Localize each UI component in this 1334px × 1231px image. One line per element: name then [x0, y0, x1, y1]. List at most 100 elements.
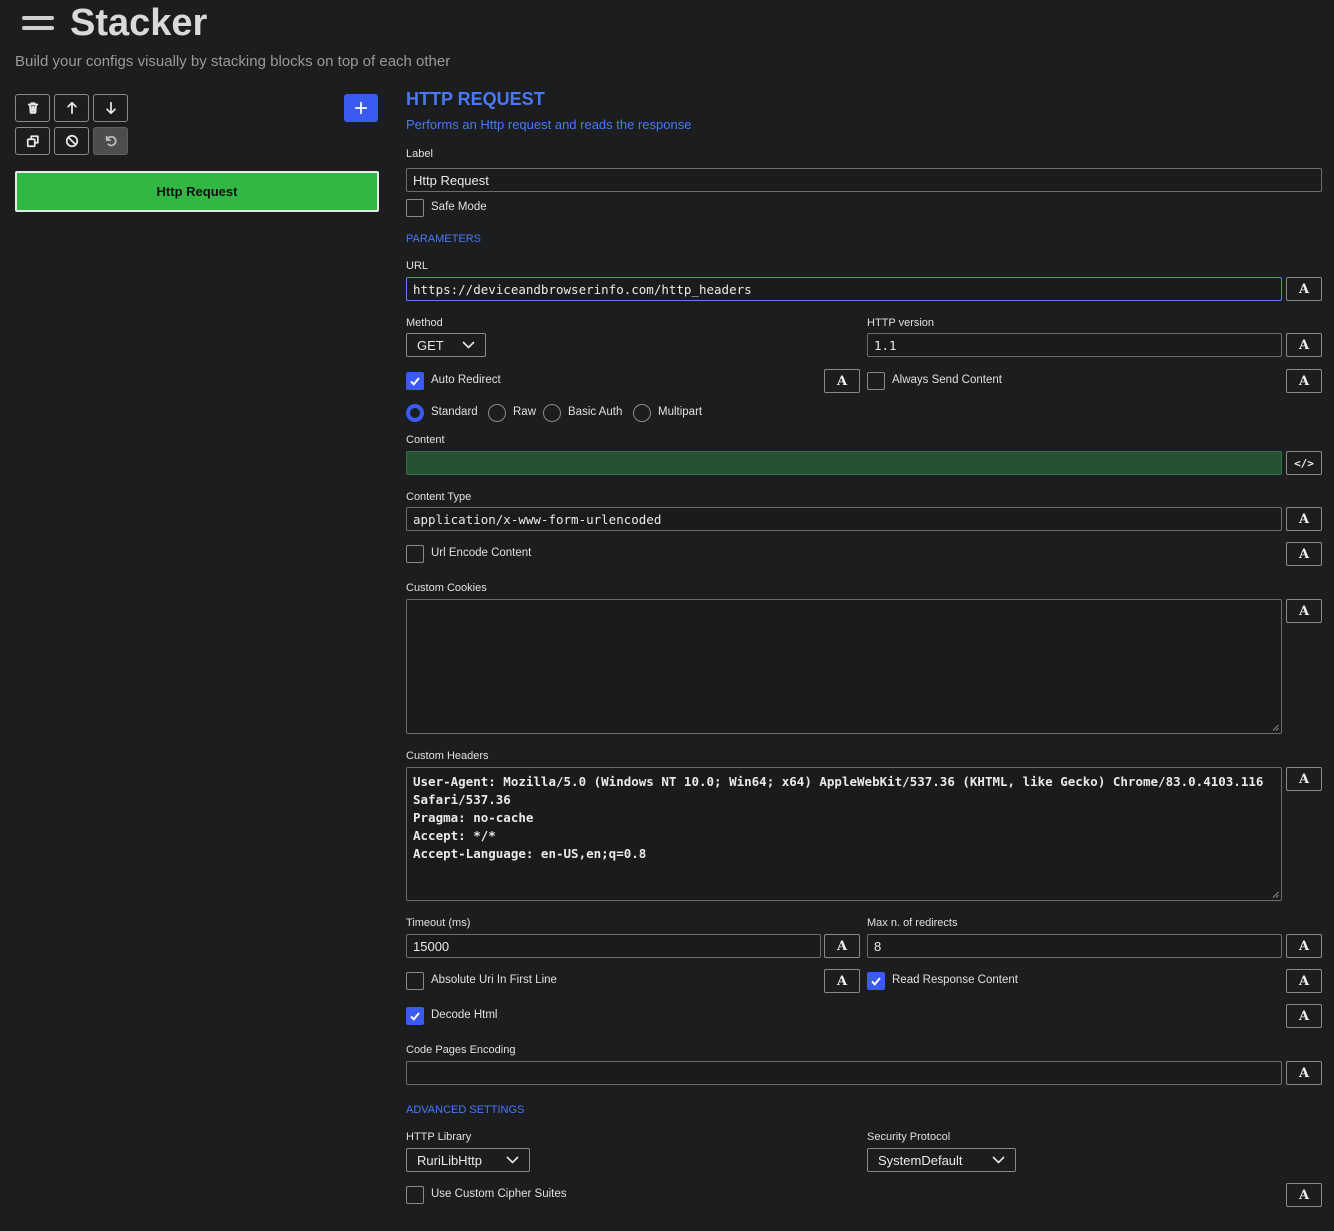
cipher-suites-label: Use Custom Cipher Suites	[431, 1188, 567, 1200]
chevron-down-icon	[462, 341, 475, 349]
add-block-button[interactable]	[344, 94, 378, 122]
always-send-content-variable-button[interactable]: A	[1286, 369, 1322, 393]
url-variable-button[interactable]: A	[1286, 277, 1322, 301]
url-encode-variable-button[interactable]: A	[1286, 542, 1322, 566]
safe-mode-label: Safe Mode	[431, 201, 487, 213]
content-type-input[interactable]: application/x-www-form-urlencoded	[406, 507, 1282, 531]
page-subtitle: Build your configs visually by stacking …	[15, 53, 451, 70]
auto-redirect-checkbox[interactable]	[406, 372, 424, 390]
move-up-button[interactable]	[54, 94, 89, 122]
max-redirects-input[interactable]: 8	[867, 934, 1282, 958]
content-mode-raw-radio[interactable]	[488, 404, 506, 422]
label-field-label: Label	[406, 148, 433, 160]
decode-html-variable-button[interactable]: A	[1286, 1004, 1322, 1028]
security-protocol-label: Security Protocol	[867, 1131, 951, 1143]
content-input[interactable]	[406, 451, 1282, 475]
timeout-label: Timeout (ms)	[406, 917, 471, 929]
chevron-down-icon	[992, 1156, 1005, 1164]
content-mode-standard-radio[interactable]	[406, 404, 424, 422]
url-label: URL	[406, 260, 429, 272]
cipher-suites-variable-button[interactable]: A	[1286, 1183, 1322, 1207]
checkmark-icon	[410, 1012, 420, 1021]
code-icon[interactable]: </>	[1286, 451, 1322, 475]
read-response-checkbox[interactable]	[867, 972, 885, 990]
custom-headers-line: Pragma: no-cache	[413, 810, 534, 825]
decode-html-checkbox[interactable]	[406, 1007, 424, 1025]
method-value: GET	[417, 337, 444, 353]
http-version-input[interactable]: 1.1	[867, 333, 1282, 357]
timeout-input[interactable]: 15000	[406, 934, 821, 958]
content-type-label: Content Type	[406, 491, 472, 503]
content-mode-raw-label: Raw	[513, 406, 537, 418]
absolute-uri-checkbox[interactable]	[406, 972, 424, 990]
always-send-content-checkbox[interactable]	[867, 372, 885, 390]
plus-icon	[354, 101, 368, 115]
label-input[interactable]: Http Request	[406, 168, 1322, 192]
parameters-heading: PARAMETERS	[406, 233, 481, 245]
method-label: Method	[406, 317, 443, 329]
custom-cookies-textarea[interactable]	[406, 599, 1282, 734]
checkmark-icon	[410, 377, 420, 386]
content-mode-basic-auth-radio[interactable]	[543, 404, 561, 422]
page-title: Stacker	[70, 2, 208, 44]
custom-headers-variable-button[interactable]: A	[1286, 767, 1322, 791]
custom-headers-label: Custom Headers	[406, 750, 489, 762]
code-pages-label: Code Pages Encoding	[406, 1044, 516, 1056]
safe-mode-checkbox[interactable]	[406, 199, 424, 217]
content-mode-multipart-label: Multipart	[658, 406, 703, 418]
block-description: Performs an Http request and reads the r…	[406, 117, 692, 132]
arrow-up-icon	[66, 101, 77, 115]
clone-block-button[interactable]	[15, 127, 50, 155]
stack-block-http-request[interactable]: Http Request	[15, 171, 379, 212]
custom-headers-line: Accept: */*	[413, 828, 496, 843]
block-title: HTTP REQUEST	[406, 89, 545, 109]
disable-icon	[65, 134, 78, 148]
code-pages-input[interactable]	[406, 1061, 1282, 1085]
content-mode-multipart-radio[interactable]	[633, 404, 651, 422]
cipher-suites-checkbox[interactable]	[406, 1186, 424, 1204]
url-encode-checkbox[interactable]	[406, 545, 424, 563]
auto-redirect-label: Auto Redirect	[431, 374, 501, 386]
custom-headers-textarea[interactable]: User-Agent: Mozilla/5.0 (Windows NT 10.0…	[406, 767, 1282, 901]
menu-icon[interactable]	[22, 16, 54, 34]
security-protocol-value: SystemDefault	[878, 1152, 963, 1168]
http-library-label: HTTP Library	[406, 1131, 472, 1143]
url-input[interactable]: https://deviceandbrowserinfo.com/http_he…	[406, 277, 1282, 301]
delete-block-button[interactable]	[15, 94, 50, 122]
custom-headers-line: User-Agent: Mozilla/5.0 (Windows NT 10.0…	[413, 774, 1264, 789]
read-response-variable-button[interactable]: A	[1286, 969, 1322, 993]
content-mode-standard-label: Standard	[431, 406, 478, 418]
disable-block-button[interactable]	[54, 127, 89, 155]
http-library-select[interactable]: RuriLibHttp	[406, 1148, 530, 1172]
content-type-variable-button[interactable]: A	[1286, 507, 1322, 531]
arrow-down-icon	[105, 101, 116, 115]
absolute-uri-label: Absolute Uri In First Line	[431, 974, 557, 986]
advanced-settings-heading: ADVANCED SETTINGS	[406, 1104, 525, 1116]
custom-headers-line: Accept-Language: en-US,en;q=0.8	[413, 846, 647, 861]
content-label: Content	[406, 434, 445, 446]
clone-icon	[26, 135, 39, 148]
method-select[interactable]: GET	[406, 333, 486, 357]
absolute-uri-variable-button[interactable]: A	[824, 969, 860, 993]
trash-icon	[27, 102, 38, 114]
resize-handle-icon[interactable]	[1272, 724, 1279, 731]
url-encode-label: Url Encode Content	[431, 547, 532, 559]
max-redirects-label: Max n. of redirects	[867, 917, 958, 929]
always-send-content-label: Always Send Content	[892, 374, 1002, 386]
auto-redirect-variable-button[interactable]: A	[824, 369, 860, 393]
timeout-variable-button[interactable]: A	[824, 934, 860, 958]
custom-headers-line: Safari/537.36	[413, 792, 511, 807]
checkmark-icon	[871, 977, 881, 986]
decode-html-label: Decode Html	[431, 1009, 498, 1021]
security-protocol-select[interactable]: SystemDefault	[867, 1148, 1016, 1172]
custom-cookies-label: Custom Cookies	[406, 582, 487, 594]
http-version-variable-button[interactable]: A	[1286, 333, 1322, 357]
move-down-button[interactable]	[93, 94, 128, 122]
http-library-value: RuriLibHttp	[417, 1152, 483, 1168]
resize-handle-icon[interactable]	[1272, 891, 1279, 898]
undo-button[interactable]	[93, 127, 128, 155]
custom-cookies-variable-button[interactable]: A	[1286, 599, 1322, 623]
read-response-label: Read Response Content	[892, 974, 1018, 986]
max-redirects-variable-button[interactable]: A	[1286, 934, 1322, 958]
code-pages-variable-button[interactable]: A	[1286, 1061, 1322, 1085]
